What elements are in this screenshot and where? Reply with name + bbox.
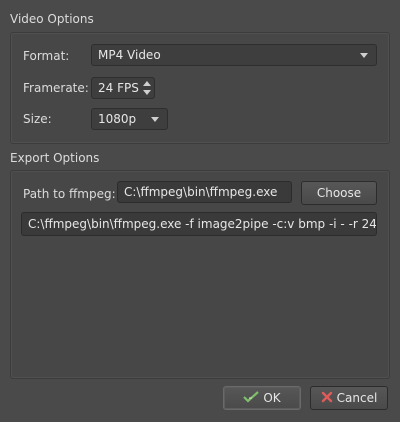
- spin-buttons[interactable]: [142, 80, 152, 96]
- format-label: Format:: [23, 49, 70, 63]
- ffmpeg-command-field[interactable]: C:\ffmpeg\bin\ffmpeg.exe -f image2pipe -…: [21, 212, 377, 236]
- ffmpeg-path-field[interactable]: C:\ffmpeg\bin\ffmpeg.exe: [117, 181, 292, 203]
- check-icon: [243, 388, 260, 410]
- x-icon: [321, 388, 333, 410]
- ffmpeg-path-value: C:\ffmpeg\bin\ffmpeg.exe: [124, 185, 278, 199]
- video-options-group: Format: MP4 Video Framerate: 24 FPS Size…: [10, 32, 390, 144]
- ok-button-label: OK: [263, 391, 281, 405]
- framerate-value: 24 FPS: [98, 81, 139, 95]
- export-options-title: Export Options: [10, 151, 100, 165]
- spin-down-icon[interactable]: [143, 90, 151, 95]
- ok-button[interactable]: OK: [223, 386, 301, 410]
- size-value: 1080p: [98, 112, 137, 126]
- size-label: Size:: [23, 112, 52, 126]
- framerate-spinbox[interactable]: 24 FPS: [91, 77, 155, 99]
- format-combo[interactable]: MP4 Video: [91, 44, 377, 66]
- cancel-button-label: Cancel: [336, 391, 378, 405]
- choose-button-label: Choose: [316, 186, 362, 200]
- export-options-group: Path to ffmpeg: C:\ffmpeg\bin\ffmpeg.exe…: [10, 170, 390, 379]
- ffmpeg-command-value: C:\ffmpeg\bin\ffmpeg.exe -f image2pipe -…: [28, 217, 377, 231]
- path-label: Path to ffmpeg:: [23, 187, 116, 201]
- cancel-button[interactable]: Cancel: [310, 386, 388, 410]
- choose-button[interactable]: Choose: [301, 181, 377, 205]
- video-options-title: Video Options: [10, 12, 94, 26]
- spin-up-icon[interactable]: [143, 81, 151, 86]
- framerate-label: Framerate:: [23, 81, 89, 95]
- chevron-down-icon: [360, 53, 368, 58]
- chevron-down-icon: [151, 117, 159, 122]
- size-combo[interactable]: 1080p: [91, 108, 168, 130]
- format-value: MP4 Video: [98, 48, 161, 62]
